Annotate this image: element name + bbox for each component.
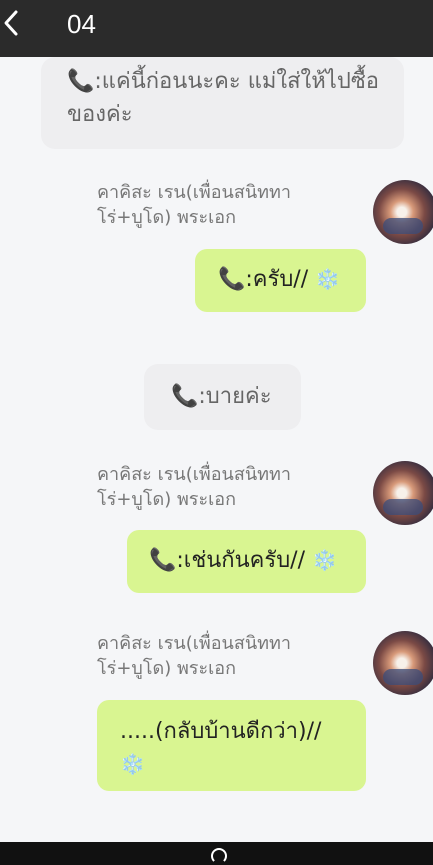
chevron-left-icon bbox=[4, 10, 18, 36]
avatar[interactable] bbox=[373, 180, 433, 244]
system-message: 📞:แค่นี้ก่อนนะคะ แม่ใส่ให้ไปซื้อของค่ะ bbox=[41, 57, 404, 149]
top-bar: 04 bbox=[0, 0, 433, 57]
snowflake-icon: ❄️ bbox=[311, 548, 337, 572]
bottom-navigation bbox=[0, 842, 433, 865]
snowflake-icon: ❄️ bbox=[315, 267, 341, 291]
avatar[interactable] bbox=[373, 461, 433, 525]
chat-bubble: .....(กลับบ้านดีกว่า)// ❄️ bbox=[97, 700, 366, 791]
sender-name: คาคิสะ เรน(เพื่อนสนิททาโร่+บูโด) พระเอก bbox=[97, 182, 291, 228]
system-message: 📞:บายค่ะ bbox=[144, 364, 301, 430]
sender-name: คาคิสะ เรน(เพื่อนสนิททาโร่+บูโด) พระเอก bbox=[97, 464, 291, 510]
message-text: 📞:ครับ// bbox=[218, 267, 309, 292]
page-title: 04 bbox=[67, 9, 96, 39]
back-button[interactable] bbox=[0, 8, 22, 38]
avatar[interactable] bbox=[373, 631, 433, 695]
snowflake-icon: ❄️ bbox=[120, 752, 145, 776]
message-text: 📞:แค่นี้ก่อนนะคะ แม่ใส่ให้ไปซื้อของค่ะ bbox=[67, 69, 379, 127]
message-text: .....(กลับบ้านดีกว่า)// bbox=[120, 719, 322, 744]
chat-bubble: 📞:ครับ// ❄️ bbox=[195, 249, 366, 312]
message-text: 📞:เช่นกันครับ// bbox=[149, 548, 305, 573]
home-indicator-icon[interactable] bbox=[211, 848, 227, 864]
chat-bubble: 📞:เช่นกันครับ// ❄️ bbox=[127, 530, 366, 593]
sender-name: คาคิสะ เรน(เพื่อนสนิททาโร่+บูโด) พระเอก bbox=[97, 633, 291, 679]
message-text: 📞:บายค่ะ bbox=[171, 384, 272, 409]
